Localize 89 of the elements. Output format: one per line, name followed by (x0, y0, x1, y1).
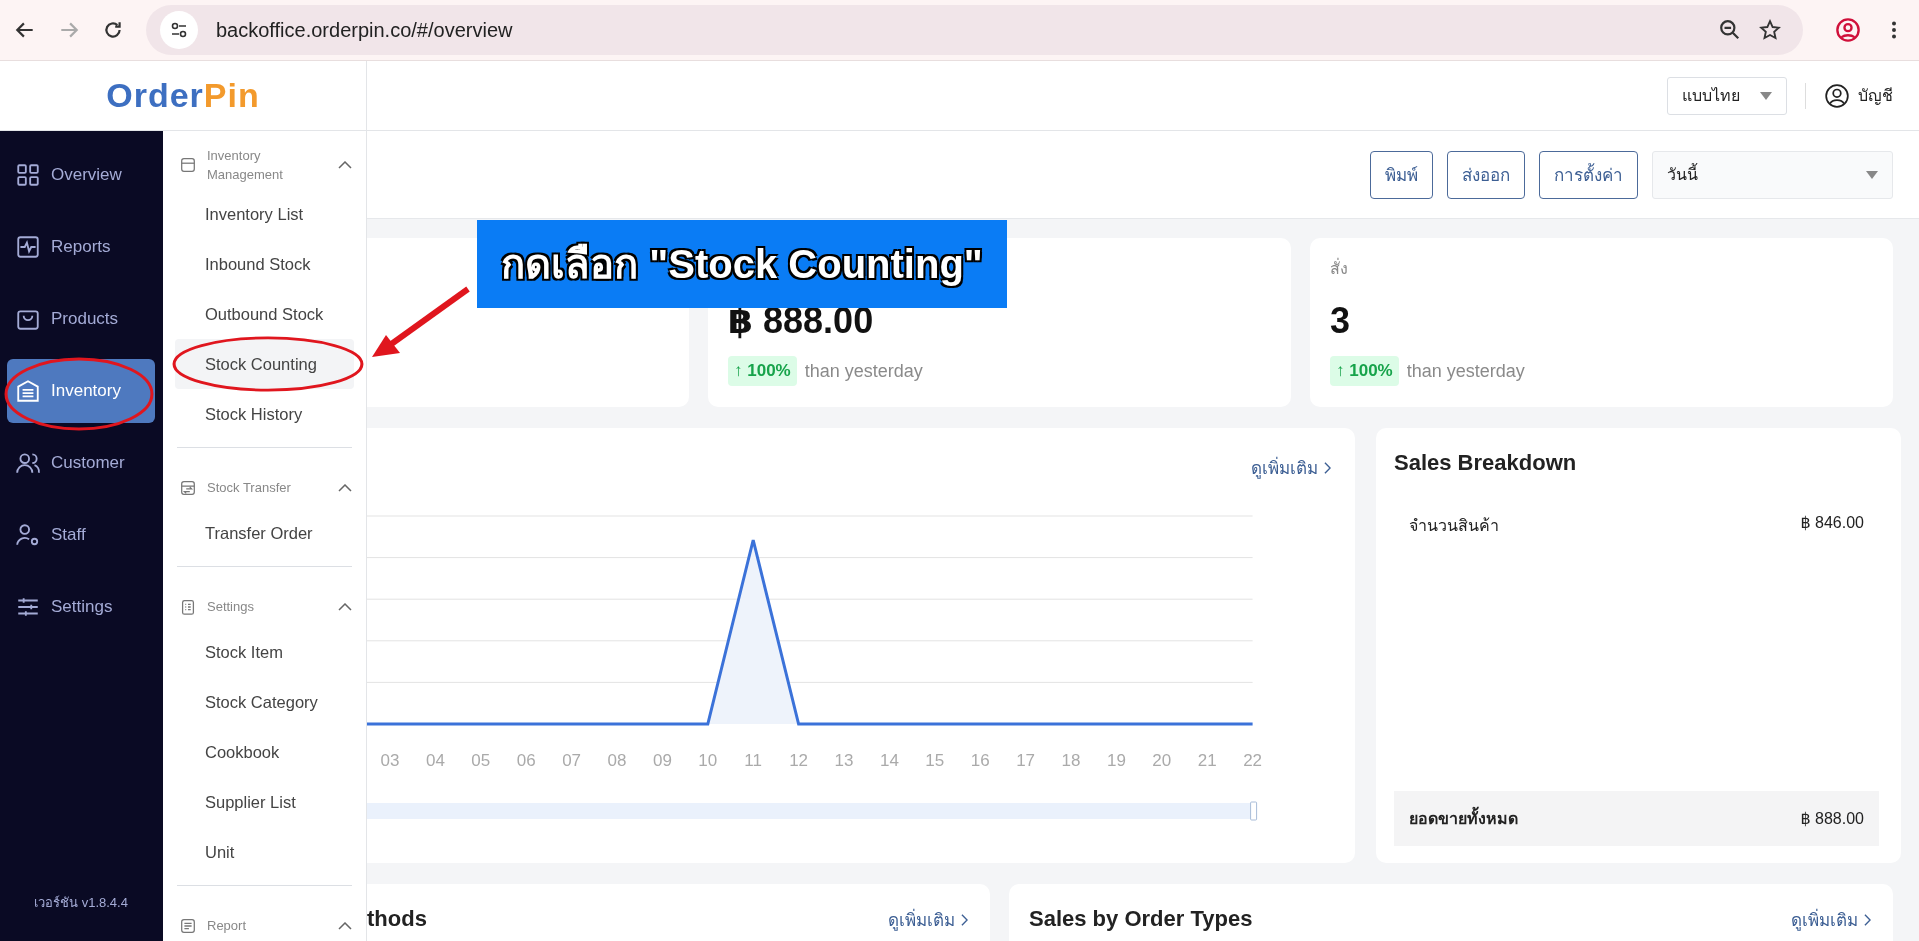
submenu-item[interactable]: Stock Item (175, 627, 354, 677)
profile-icon[interactable] (1835, 17, 1861, 43)
axis-label: 20 (1152, 751, 1172, 770)
axis-label: 15 (925, 751, 945, 770)
nav-item[interactable]: Settings (7, 575, 155, 639)
transfer-icon (179, 479, 197, 497)
group-header[interactable]: Stock Transfer (177, 468, 352, 508)
axis-label: 16 (970, 751, 990, 770)
see-more-link[interactable]: ดูเพิ่มเติม (888, 906, 968, 933)
axis-label: 05 (471, 751, 491, 770)
toolbar-button[interactable]: การตั้งค่า (1539, 150, 1638, 199)
axis-label: 19 (1106, 751, 1126, 770)
version-label: เวอร์ชัน v1.8.4.4 (33, 894, 129, 912)
submenu-item[interactable]: Inbound Stock (175, 239, 354, 289)
period-select[interactable]: วันนี้ (1652, 150, 1893, 199)
toolbar-button[interactable]: ส่งออก (1447, 150, 1525, 199)
submenu-item[interactable]: Inventory List (175, 189, 354, 239)
language-select[interactable]: แบบไทย (1667, 76, 1787, 115)
users-icon (15, 450, 41, 476)
submenu-item[interactable]: Stock Category (175, 677, 354, 727)
submenu-item[interactable]: Outbound Stock (175, 289, 354, 339)
site-settings-icon[interactable] (160, 11, 198, 49)
reload-icon[interactable] (102, 19, 124, 41)
submenu-item[interactable]: Unit (175, 827, 354, 877)
breakdown-label: จำนวนสินค้า (1409, 516, 1499, 536)
stat-label: สั่ง (1330, 260, 1348, 277)
warehouse-icon (15, 378, 41, 404)
axis-label: 04 (425, 751, 445, 770)
nav-item[interactable]: Customer (7, 431, 155, 495)
nav-item[interactable]: Overview (7, 143, 155, 207)
grid-icon (15, 162, 41, 188)
submenu-item[interactable]: Stock Counting (175, 339, 354, 389)
axis-label: 09 (652, 751, 672, 770)
range-slider[interactable] (367, 801, 1258, 821)
axis-label: 12 (789, 751, 809, 770)
group-header[interactable]: Settings (177, 587, 352, 627)
see-more-link[interactable]: ดูเพิ่มเติม (1791, 906, 1871, 933)
axis-label: 13 (834, 751, 854, 770)
axis-label: 03 (380, 751, 400, 770)
chevron-icon (1864, 913, 1871, 926)
pulse-icon (15, 234, 41, 260)
axis-label: 07 (562, 751, 582, 770)
nav-item[interactable]: Products (7, 287, 155, 351)
axis-label: 10 (698, 751, 718, 770)
axis-label: 08 (607, 751, 627, 770)
account-button[interactable]: บัญชี (1824, 82, 1893, 109)
annotation-label: กดเลือก "Stock Counting" (477, 220, 1007, 308)
stat-value: 3 (1330, 300, 1352, 342)
axis-label: 22 (1243, 751, 1263, 770)
card-title: Sales Breakdown (1394, 450, 1578, 476)
zoom-icon[interactable] (1719, 19, 1741, 41)
chevron-icon (961, 913, 968, 926)
axis-label: 06 (516, 751, 536, 770)
submenu-item[interactable]: Supplier List (175, 777, 354, 827)
submenu-item[interactable]: Stock History (175, 389, 354, 439)
toolbar-button[interactable]: พิมพ์ (1370, 150, 1433, 199)
change-note: than yesterday (804, 360, 923, 382)
axis-label: 14 (879, 751, 899, 770)
caret-icon (1866, 170, 1878, 179)
logo: OrderPin (106, 76, 260, 115)
star-icon[interactable] (1759, 19, 1781, 41)
change-badge: ↑ 100% (728, 356, 797, 386)
nav-item[interactable]: Reports (7, 215, 155, 279)
chevron-icon (1324, 461, 1331, 474)
user-gear-icon (15, 522, 41, 548)
card-title: thods (367, 906, 427, 932)
box-icon (179, 156, 197, 174)
user-icon (1824, 82, 1850, 109)
change-note: than yesterday (1406, 360, 1525, 382)
address-field[interactable]: backoffice.orderpin.co/#/overview (146, 5, 1803, 55)
axis-label: 17 (1016, 751, 1036, 770)
submenu-item[interactable]: Cookbook (175, 727, 354, 777)
axis-label: 18 (1061, 751, 1081, 770)
total-label: ยอดขายทั้งหมด (1409, 806, 1518, 831)
caret-icon (1760, 91, 1772, 100)
axis-label: 21 (1197, 751, 1217, 770)
axis-label: 11 (744, 751, 763, 770)
nav-item[interactable]: Staff (7, 503, 155, 567)
breakdown-value: ฿ 846.00 (1800, 513, 1864, 533)
total-value: ฿ 888.00 (1800, 809, 1864, 828)
group-header[interactable]: Inventory Management (177, 141, 352, 189)
group-header[interactable]: Report (177, 906, 352, 941)
card-title: Sales by Order Types (1029, 906, 1253, 932)
submenu-item[interactable]: Transfer Order (175, 508, 354, 558)
change-badge: ↑ 100% (1330, 356, 1399, 386)
list-icon (179, 917, 197, 935)
nav-item[interactable]: Inventory (7, 359, 155, 423)
clipboard-icon (179, 598, 197, 616)
see-more-link[interactable]: ดูเพิ่มเติม (1251, 454, 1331, 481)
